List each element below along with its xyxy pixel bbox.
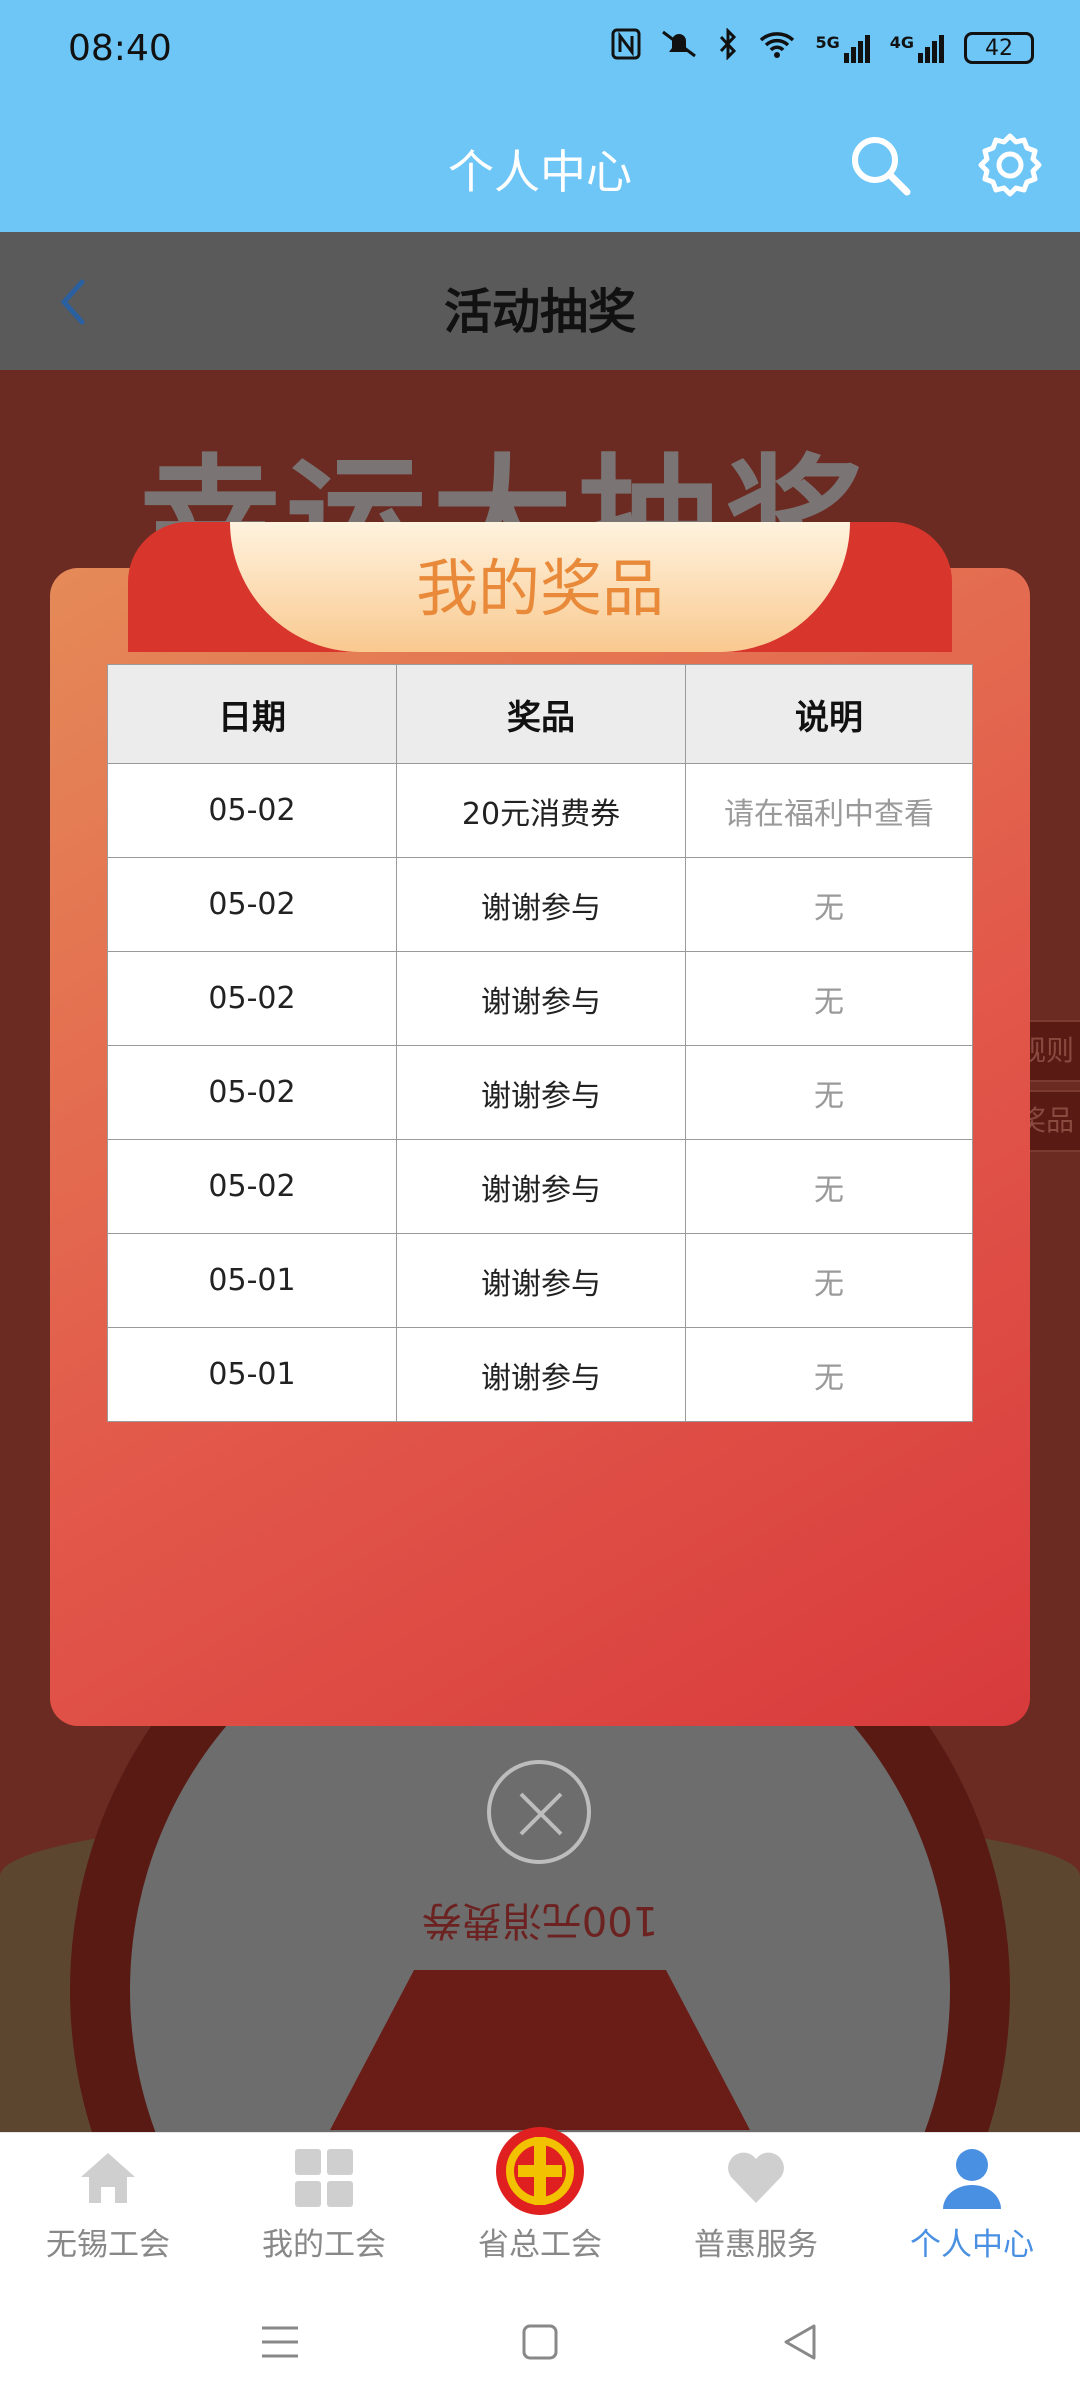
bluetooth-icon xyxy=(717,27,739,68)
table-row: 05-02 谢谢参与 无 xyxy=(107,1139,973,1234)
cell-date: 05-02 xyxy=(107,763,397,858)
bottom-nav: 无锡工会 我的工会 省总工会 普惠服务 个人中心 xyxy=(0,2127,1080,2281)
cell-prize: 谢谢参与 xyxy=(396,951,686,1046)
battery-level: 42 xyxy=(985,35,1013,61)
signal-5g-icon: 5G xyxy=(815,33,871,63)
nav-label: 个人中心 xyxy=(910,2227,1034,2263)
wheel-prize-label: 100元消费券 xyxy=(421,1897,659,1943)
battery-icon: 42 xyxy=(964,32,1034,64)
cell-note: 无 xyxy=(685,951,973,1046)
page-header: 活动抽奖 xyxy=(0,232,1080,370)
nav-item-wuxi-union[interactable]: 无锡工会 xyxy=(0,2133,216,2281)
union-logo-icon xyxy=(494,2125,586,2217)
nav-label: 省总工会 xyxy=(478,2227,602,2263)
heart-icon xyxy=(723,2145,789,2211)
status-icons: 5G 4G 42 xyxy=(611,27,1034,68)
gear-icon[interactable] xyxy=(975,130,1045,200)
column-header-prize: 奖品 xyxy=(396,664,686,764)
status-bar: 08:40 5G 4G 42 xyxy=(0,0,1080,100)
table-row: 05-02 20元消费券 请在福利中查看 xyxy=(107,763,973,858)
table-row: 05-01 谢谢参与 无 xyxy=(107,1327,973,1422)
cell-date: 05-01 xyxy=(107,1327,397,1422)
mute-icon xyxy=(659,28,699,68)
cell-date: 05-02 xyxy=(107,857,397,952)
signal-4g-icon: 4G xyxy=(890,33,946,63)
wifi-icon xyxy=(757,28,797,68)
table-row: 05-02 谢谢参与 无 xyxy=(107,1045,973,1140)
cell-note: 无 xyxy=(685,1327,973,1422)
cell-note: 请在福利中查看 xyxy=(685,763,973,858)
back-nav-icon[interactable] xyxy=(778,2320,822,2364)
app-title: 个人中心 xyxy=(448,145,632,199)
table-row: 05-02 谢谢参与 无 xyxy=(107,857,973,952)
cell-prize: 谢谢参与 xyxy=(396,1233,686,1328)
cell-prize: 谢谢参与 xyxy=(396,857,686,952)
person-icon xyxy=(939,2145,1005,2211)
prize-table: 日期 奖品 说明 05-02 20元消费券 请在福利中查看 05-02 谢谢参与… xyxy=(107,664,973,1422)
column-header-date: 日期 xyxy=(107,664,397,764)
status-time: 08:40 xyxy=(68,28,172,69)
signal-5g-label: 5G xyxy=(815,33,840,52)
nav-label: 普惠服务 xyxy=(694,2227,818,2263)
cell-prize: 谢谢参与 xyxy=(396,1045,686,1140)
home-icon xyxy=(75,2145,141,2211)
cell-note: 无 xyxy=(685,1045,973,1140)
nav-item-provincial-union[interactable]: 省总工会 xyxy=(432,2127,648,2281)
page-title: 活动抽奖 xyxy=(443,284,636,340)
app-header: 个人中心 xyxy=(0,100,1080,232)
cell-date: 05-02 xyxy=(107,1045,397,1140)
cell-note: 无 xyxy=(685,1139,973,1234)
cell-date: 05-01 xyxy=(107,1233,397,1328)
cell-date: 05-02 xyxy=(107,1139,397,1234)
table-header-row: 日期 奖品 说明 xyxy=(107,664,973,764)
cell-prize: 20元消费券 xyxy=(396,763,686,858)
nfc-icon xyxy=(611,28,641,68)
nav-item-personal-center[interactable]: 个人中心 xyxy=(864,2133,1080,2281)
cell-prize: 谢谢参与 xyxy=(396,1327,686,1422)
menu-icon[interactable] xyxy=(258,2320,302,2364)
cell-date: 05-02 xyxy=(107,951,397,1046)
nav-label: 无锡工会 xyxy=(46,2227,170,2263)
cell-note: 无 xyxy=(685,857,973,952)
dialog-title: 我的奖品 xyxy=(415,552,664,625)
home-button-icon[interactable] xyxy=(518,2320,562,2364)
grid-icon xyxy=(291,2145,357,2211)
cell-prize: 谢谢参与 xyxy=(396,1139,686,1234)
table-row: 05-02 谢谢参与 无 xyxy=(107,951,973,1046)
table-row: 05-01 谢谢参与 无 xyxy=(107,1233,973,1328)
system-nav-bar xyxy=(0,2280,1080,2400)
nav-label: 我的工会 xyxy=(262,2227,386,2263)
cell-note: 无 xyxy=(685,1233,973,1328)
close-dialog-button[interactable] xyxy=(487,1760,591,1864)
close-icon xyxy=(519,1792,563,1836)
column-header-note: 说明 xyxy=(685,664,973,764)
nav-item-benefit-service[interactable]: 普惠服务 xyxy=(648,2133,864,2281)
search-icon[interactable] xyxy=(845,130,915,200)
signal-4g-label: 4G xyxy=(889,33,914,52)
nav-item-my-union[interactable]: 我的工会 xyxy=(216,2133,432,2281)
